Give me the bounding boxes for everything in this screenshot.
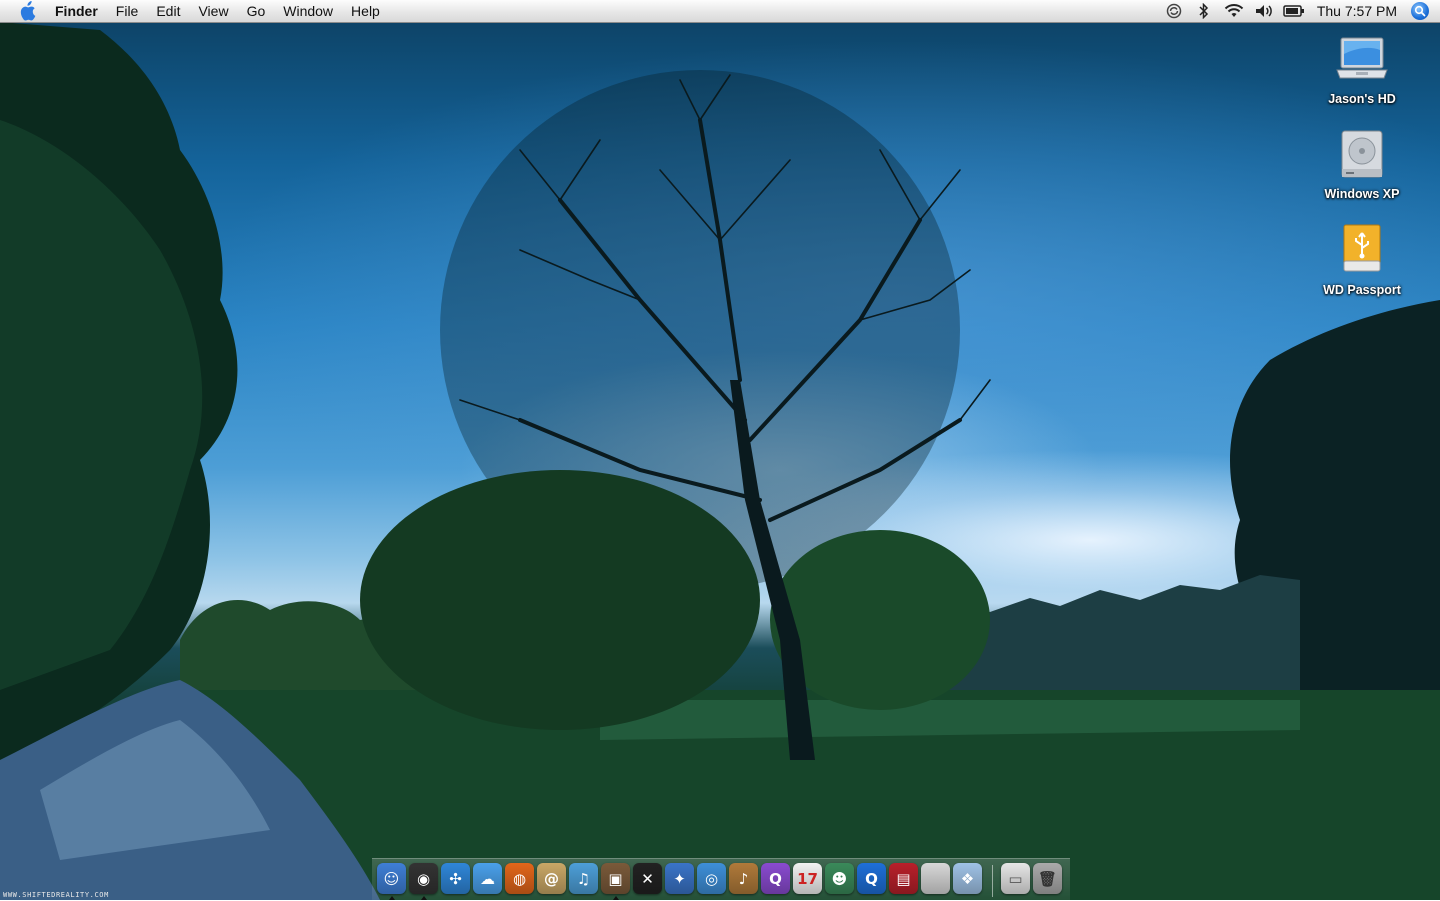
menu-window[interactable]: Window — [274, 0, 342, 22]
desktop-icon-jasons-hd[interactable]: Jason's HD — [1307, 32, 1417, 106]
dock-ichat-icon[interactable]: ☁ — [473, 863, 502, 894]
dock-dvd-player-icon[interactable]: ◉ — [409, 863, 438, 894]
dock-imovie-icon[interactable]: ✦ — [665, 863, 694, 894]
menu-go[interactable]: Go — [238, 0, 275, 22]
apple-menu-icon[interactable] — [17, 1, 37, 21]
dock-finder-icon[interactable]: ☺ — [377, 863, 406, 894]
spotlight-search-icon[interactable] — [1411, 2, 1429, 20]
dock-firefox-icon[interactable]: ◍ — [505, 863, 534, 894]
dock-idvd-icon[interactable]: ◎ — [697, 863, 726, 894]
desktop-icon-label: WD Passport — [1323, 283, 1401, 297]
menu-help[interactable]: Help — [342, 0, 389, 22]
hard-drive-icon — [1334, 127, 1390, 183]
dock: ☺ ◉ ✣ ☁ ◍ @ ♫ ▣ ✕ ✦ ◎ ♪ Q 17 ☻ Q ▤ ❖ ▭ 🗑 — [372, 858, 1070, 901]
desktop-icon-label: Jason's HD — [1328, 92, 1396, 106]
dock-photo-booth-icon[interactable]: ▤ — [889, 863, 918, 894]
dock-safari-icon[interactable]: ✣ — [441, 863, 470, 894]
dock-garageband-icon[interactable]: ♪ — [729, 863, 758, 894]
dock-downloads-folder-icon[interactable]: ▭ — [1001, 863, 1030, 894]
desktop-wallpaper — [0, 0, 1440, 900]
usb-drive-icon — [1334, 223, 1390, 279]
dock-iphoto-icon[interactable]: ▣ — [601, 863, 630, 894]
dock-separator — [992, 865, 993, 897]
dock-preview-icon[interactable]: ❖ — [953, 863, 982, 894]
wallpaper-watermark: WWW.SHIFTEDREALITY.COM — [3, 891, 109, 899]
menu-file[interactable]: File — [107, 0, 148, 22]
dock-quicktime-icon[interactable]: Q — [857, 863, 886, 894]
desktop-icon-windows-xp[interactable]: Windows XP — [1307, 127, 1417, 201]
bluetooth-icon[interactable] — [1189, 0, 1219, 22]
battery-icon[interactable] — [1279, 0, 1309, 22]
dock-itunes-icon[interactable]: ♫ — [569, 863, 598, 894]
dock-system-preferences-icon[interactable] — [921, 863, 950, 894]
status-area: Thu 7:57 PM — [1159, 0, 1440, 22]
menu-edit[interactable]: Edit — [147, 0, 189, 22]
desktop-icon-label: Windows XP — [1324, 187, 1400, 201]
laptop-drive-icon — [1334, 32, 1390, 88]
menu-bar: Finder File Edit View Go Window Help Thu… — [0, 0, 1440, 23]
running-indicator — [613, 896, 619, 900]
volume-icon[interactable] — [1249, 0, 1279, 22]
dock-messenger-icon[interactable]: ☻ — [825, 863, 854, 894]
dock-trash-icon[interactable]: 🗑 — [1033, 863, 1062, 894]
dock-mail-icon[interactable]: @ — [537, 863, 566, 894]
menu-finder[interactable]: Finder — [53, 0, 107, 22]
desktop-icon-wd-passport[interactable]: WD Passport — [1307, 223, 1417, 297]
menu-view[interactable]: View — [189, 0, 237, 22]
sync-icon[interactable] — [1159, 0, 1189, 22]
dock-quicksilver-icon[interactable]: Q — [761, 863, 790, 894]
menubar-clock[interactable]: Thu 7:57 PM — [1309, 3, 1411, 19]
running-indicator — [389, 896, 395, 900]
running-indicator — [421, 896, 427, 900]
dock-x11-icon[interactable]: ✕ — [633, 863, 662, 894]
dock-ical-icon[interactable]: 17 — [793, 863, 822, 894]
wifi-icon[interactable] — [1219, 0, 1249, 22]
